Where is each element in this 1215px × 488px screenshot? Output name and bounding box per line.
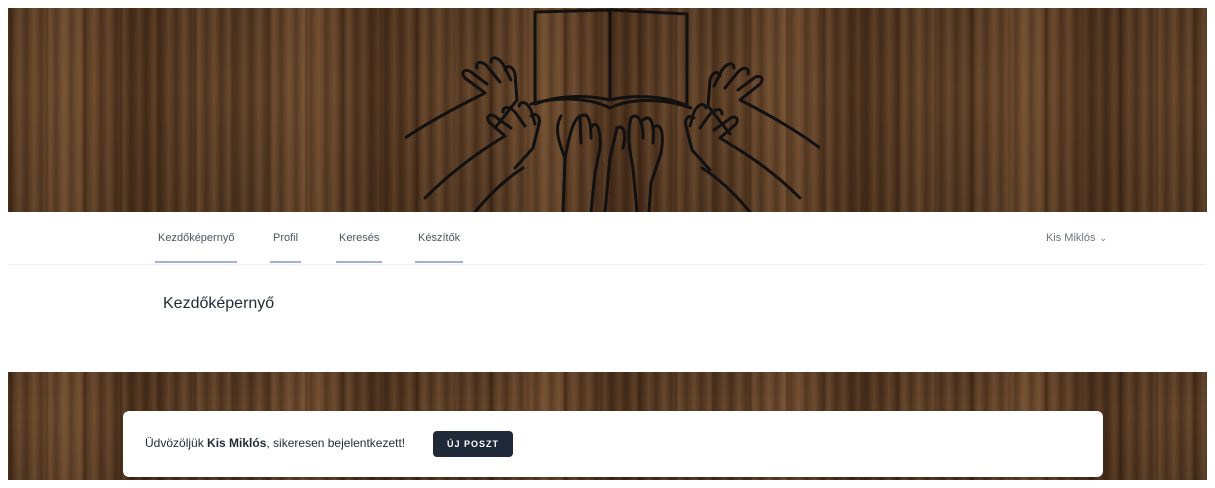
chevron-down-icon: ⌄ [1099,233,1107,243]
book-hands-logo [405,8,820,212]
nav-item-creators[interactable]: Készítők [414,212,464,264]
page-header: Kezdőképernyő [8,265,1207,372]
nav-item-home[interactable]: Kezdőképernyő [154,212,238,264]
main-nav: Kezdőképernyő Profil Keresés Készítők Ki… [8,212,1207,265]
welcome-user-name: Kis Miklós [207,436,267,450]
welcome-card: Üdvözöljük Kis Miklós, sikeresen bejelen… [123,411,1103,477]
user-name: Kis Miklós [1045,232,1096,244]
nav-item-profile[interactable]: Profil [269,212,302,264]
new-post-button[interactable]: ÚJ POSZT [433,431,514,457]
welcome-prefix: Üdvözöljük [145,436,208,450]
nav-item-search[interactable]: Keresés [335,212,383,264]
welcome-suffix: , sikeresen bejelentkezett! [266,436,406,450]
user-menu[interactable]: Kis Miklós ⌄ [1046,212,1107,264]
welcome-message: Üdvözöljük Kis Miklós, sikeresen bejelen… [145,436,405,450]
page-title: Kezdőképernyő [163,295,275,312]
